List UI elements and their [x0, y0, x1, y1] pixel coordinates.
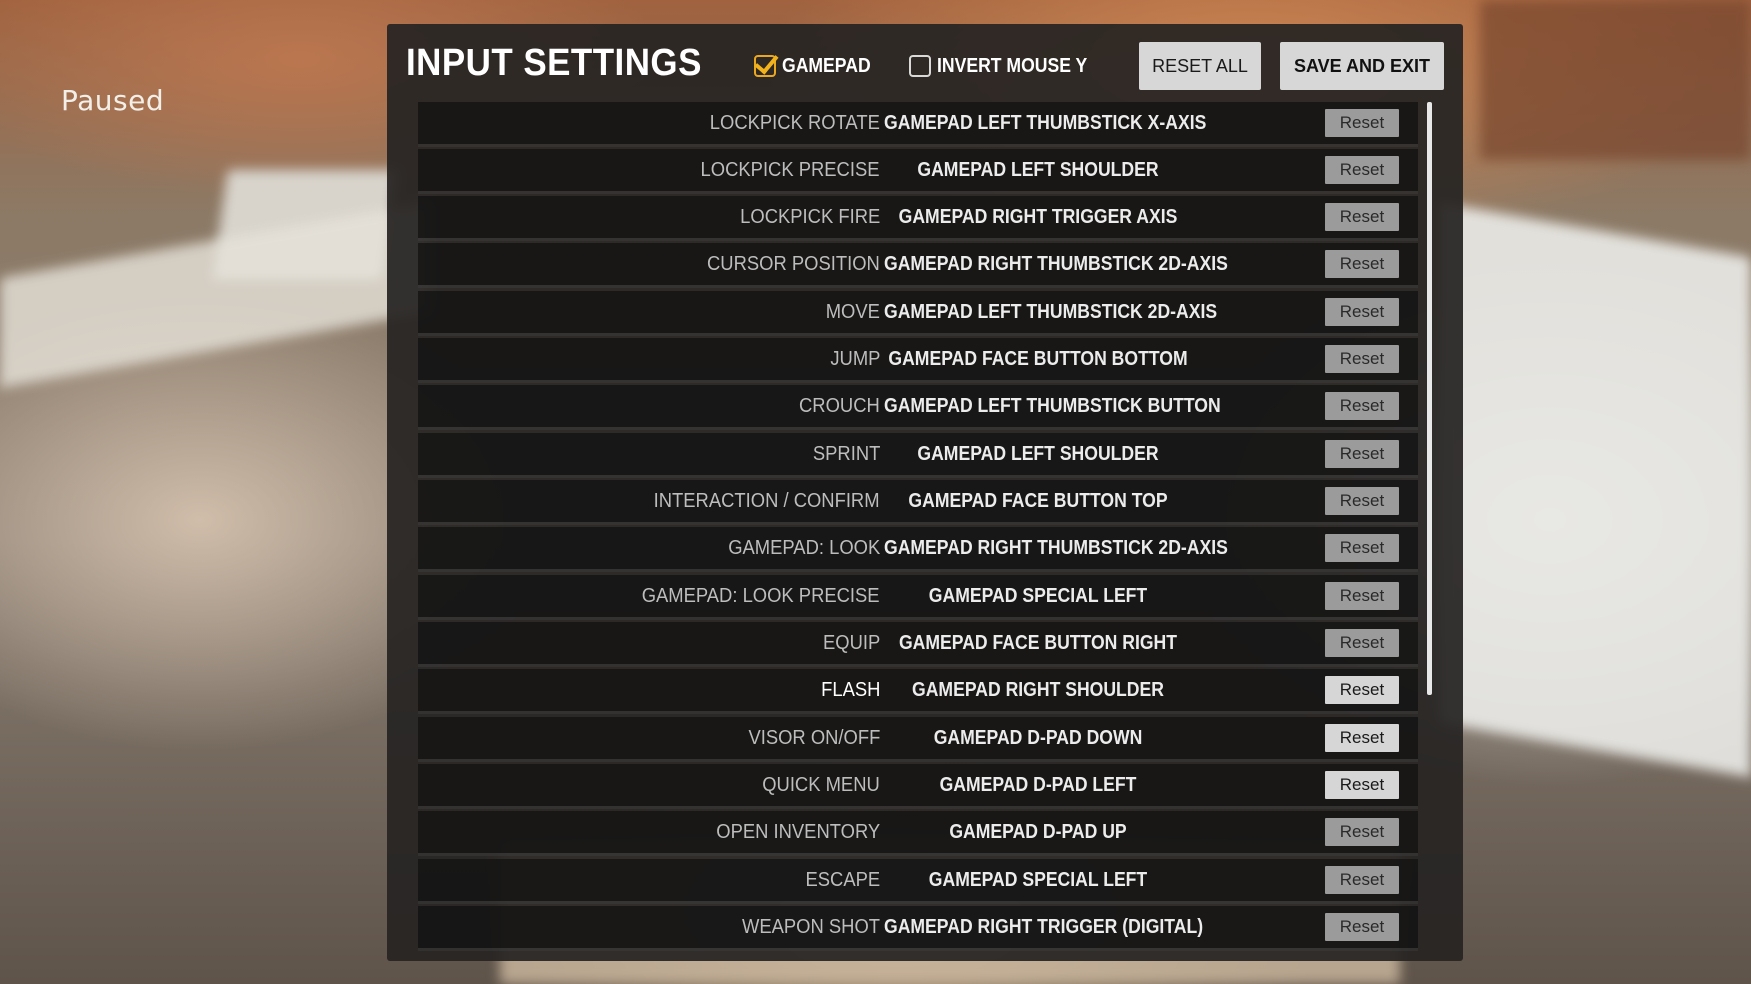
binding-value[interactable]: GAMEPAD LEFT THUMBSTICK X-AXIS	[884, 102, 1206, 144]
action-label: VISOR ON/OFF	[748, 727, 880, 749]
binding-value[interactable]: GAMEPAD D-PAD LEFT	[884, 764, 1192, 806]
binding-row: FLASH GAMEPAD RIGHT SHOULDER Reset	[418, 669, 1418, 711]
action-label: GAMEPAD: LOOK	[727, 537, 880, 559]
reset-button[interactable]: Reset	[1325, 629, 1399, 657]
action-label: EQUIP	[822, 632, 880, 654]
reset-button[interactable]: Reset	[1325, 676, 1399, 704]
binding-row: CURSOR POSITION GAMEPAD RIGHT THUMBSTICK…	[418, 243, 1418, 285]
reset-button[interactable]: Reset	[1325, 913, 1399, 941]
action-label: CROUCH	[799, 395, 880, 417]
gamepad-checkbox-icon[interactable]	[754, 49, 780, 77]
bindings-scrollbar[interactable]	[1427, 102, 1432, 695]
reset-button[interactable]: Reset	[1325, 866, 1399, 894]
scene-table	[1440, 202, 1751, 778]
binding-row: SPRINT GAMEPAD LEFT SHOULDER Reset	[418, 433, 1418, 475]
action-label: OPEN INVENTORY	[716, 821, 880, 843]
action-label: INTERACTION / CONFIRM	[654, 490, 880, 512]
scene-wall	[1480, 0, 1751, 160]
binding-row: GAMEPAD: LOOK GAMEPAD RIGHT THUMBSTICK 2…	[418, 527, 1418, 569]
gamepad-toggle[interactable]: GAMEPAD	[754, 49, 883, 78]
action-label: JUMP	[829, 348, 880, 370]
binding-value[interactable]: GAMEPAD SPECIAL LEFT	[884, 575, 1192, 617]
reset-button[interactable]: Reset	[1325, 724, 1399, 752]
reset-button[interactable]: Reset	[1325, 392, 1399, 420]
binding-row: EQUIP GAMEPAD FACE BUTTON RIGHT Reset	[418, 622, 1418, 664]
binding-value[interactable]: GAMEPAD SPECIAL LEFT	[884, 859, 1192, 901]
binding-value[interactable]: GAMEPAD RIGHT THUMBSTICK 2D-AXIS	[884, 527, 1228, 569]
binding-value[interactable]: GAMEPAD RIGHT THUMBSTICK 2D-AXIS	[884, 243, 1228, 285]
reset-button[interactable]: Reset	[1325, 109, 1399, 137]
binding-row: JUMP GAMEPAD FACE BUTTON BOTTOM Reset	[418, 338, 1418, 380]
bindings-list: LOCKPICK ROTATE GAMEPAD LEFT THUMBSTICK …	[418, 102, 1418, 957]
page-title: INPUT SETTINGS	[406, 42, 702, 84]
header-controls: GAMEPAD INVERT MOUSE Y RESET ALL SAVE AN…	[754, 42, 1444, 90]
action-label: GAMEPAD: LOOK PRECISE	[642, 585, 880, 607]
reset-button[interactable]: Reset	[1325, 534, 1399, 562]
reset-button[interactable]: Reset	[1325, 250, 1399, 278]
input-settings-panel: INPUT SETTINGS GAMEPAD INVERT MOUSE Y RE…	[387, 24, 1463, 961]
binding-value[interactable]: GAMEPAD RIGHT SHOULDER	[884, 669, 1192, 711]
binding-value[interactable]: GAMEPAD D-PAD DOWN	[884, 717, 1192, 759]
paused-label: Paused	[61, 84, 165, 117]
action-label: FLASH	[820, 679, 880, 701]
binding-row: LOCKPICK PRECISE GAMEPAD LEFT SHOULDER R…	[418, 149, 1418, 191]
reset-button[interactable]: Reset	[1325, 487, 1399, 515]
action-label: LOCKPICK FIRE	[739, 206, 880, 228]
binding-value[interactable]: GAMEPAD FACE BUTTON TOP	[884, 480, 1192, 522]
reset-button[interactable]: Reset	[1325, 582, 1399, 610]
invert-mouse-y-toggle[interactable]: INVERT MOUSE Y	[909, 55, 1108, 78]
reset-button[interactable]: Reset	[1325, 771, 1399, 799]
reset-button[interactable]: Reset	[1325, 203, 1399, 231]
binding-row: QUICK MENU GAMEPAD D-PAD LEFT Reset	[418, 764, 1418, 806]
save-and-exit-button[interactable]: SAVE AND EXIT	[1280, 42, 1444, 90]
reset-button[interactable]: Reset	[1325, 156, 1399, 184]
reset-button[interactable]: Reset	[1325, 298, 1399, 326]
binding-value[interactable]: GAMEPAD RIGHT TRIGGER (DIGITAL)	[884, 906, 1203, 948]
binding-value[interactable]: GAMEPAD LEFT THUMBSTICK 2D-AXIS	[884, 291, 1217, 333]
action-label: ESCAPE	[805, 869, 880, 891]
binding-row: LOCKPICK FIRE GAMEPAD RIGHT TRIGGER AXIS…	[418, 196, 1418, 238]
action-label: MOVE	[825, 301, 880, 323]
action-label: LOCKPICK ROTATE	[709, 112, 880, 134]
invert-mouse-toggle-label: INVERT MOUSE Y	[937, 54, 1088, 77]
binding-row: LOCKPICK ROTATE GAMEPAD LEFT THUMBSTICK …	[418, 102, 1418, 144]
invert-mouse-checkbox-icon[interactable]	[909, 55, 932, 77]
binding-row: MOVE GAMEPAD LEFT THUMBSTICK 2D-AXIS Res…	[418, 291, 1418, 333]
reset-button[interactable]: Reset	[1325, 818, 1399, 846]
binding-value[interactable]: GAMEPAD FACE BUTTON BOTTOM	[884, 338, 1192, 380]
checkmark-icon	[754, 49, 780, 75]
binding-value[interactable]: GAMEPAD LEFT SHOULDER	[884, 433, 1192, 475]
reset-all-button[interactable]: RESET ALL	[1139, 42, 1261, 90]
binding-row: GAMEPAD: LOOK PRECISE GAMEPAD SPECIAL LE…	[418, 575, 1418, 617]
binding-row: OPEN INVENTORY GAMEPAD D-PAD UP Reset	[418, 811, 1418, 853]
binding-row: CROUCH GAMEPAD LEFT THUMBSTICK BUTTON Re…	[418, 385, 1418, 427]
binding-value[interactable]: GAMEPAD LEFT THUMBSTICK BUTTON	[884, 385, 1221, 427]
binding-row: WEAPON SHOT GAMEPAD RIGHT TRIGGER (DIGIT…	[418, 906, 1418, 948]
binding-value[interactable]: GAMEPAD RIGHT TRIGGER AXIS	[884, 196, 1192, 238]
action-label: CURSOR POSITION	[707, 253, 880, 275]
gamepad-toggle-label: GAMEPAD	[782, 54, 872, 77]
action-label: WEAPON SHOT	[741, 916, 880, 938]
scene-counter	[0, 202, 430, 388]
reset-button[interactable]: Reset	[1325, 440, 1399, 468]
reset-button[interactable]: Reset	[1325, 345, 1399, 373]
binding-row: INTERACTION / CONFIRM GAMEPAD FACE BUTTO…	[418, 480, 1418, 522]
action-label: LOCKPICK PRECISE	[701, 159, 880, 181]
binding-row: VISOR ON/OFF GAMEPAD D-PAD DOWN Reset	[418, 717, 1418, 759]
binding-value[interactable]: GAMEPAD D-PAD UP	[884, 811, 1192, 853]
binding-value[interactable]: GAMEPAD LEFT SHOULDER	[884, 149, 1192, 191]
binding-row: ESCAPE GAMEPAD SPECIAL LEFT Reset	[418, 859, 1418, 901]
action-label: SPRINT	[812, 443, 880, 465]
binding-value[interactable]: GAMEPAD FACE BUTTON RIGHT	[884, 622, 1192, 664]
action-label: QUICK MENU	[762, 774, 880, 796]
